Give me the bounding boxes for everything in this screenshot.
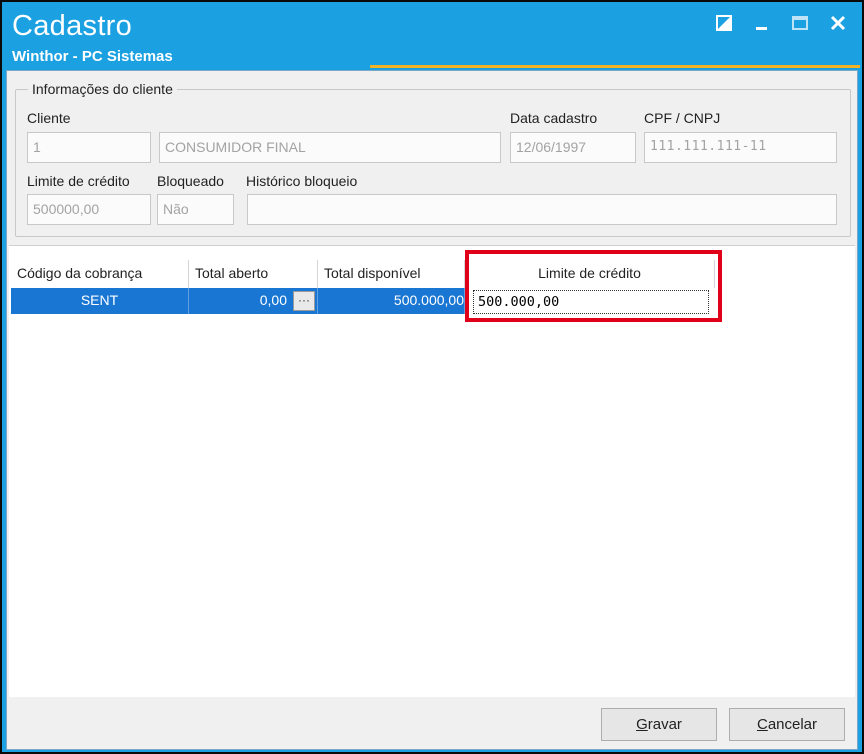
- data-cadastro-field[interactable]: 12/06/1997: [510, 132, 636, 163]
- limite-credito-edit-input[interactable]: 500.000,00: [473, 290, 709, 314]
- window-title: Cadastro: [12, 10, 133, 42]
- client-info-group: Informações do cliente Cliente 1 CONSUMI…: [15, 81, 851, 237]
- gravar-accelerator: G: [636, 716, 648, 733]
- cell-codigo[interactable]: SENT: [11, 288, 189, 314]
- cliente-code-field[interactable]: 1: [27, 132, 151, 163]
- cpf-cnpj-field[interactable]: 111.111.111-11: [644, 132, 837, 163]
- cancelar-accelerator: C: [756, 716, 768, 733]
- window-subtitle: Winthor - PC Sistemas: [12, 48, 173, 65]
- maximize-icon[interactable]: [786, 10, 814, 36]
- table-row[interactable]: SENT 0,00 ··· 500.000,00 500.000,00: [9, 288, 855, 314]
- cadastro-window: Cadastro Winthor - PC Sistemas Informaçõ…: [0, 0, 864, 754]
- title-bar[interactable]: Cadastro Winthor - PC Sistemas: [2, 2, 862, 70]
- gravar-label-rest: ravar: [647, 716, 682, 733]
- grid-header: Código da cobrança Total aberto Total di…: [9, 260, 855, 288]
- bloqueado-label: Bloqueado: [157, 173, 224, 189]
- cliente-name-field[interactable]: CONSUMIDOR FINAL: [159, 132, 501, 163]
- title-accent-line: [370, 65, 860, 68]
- column-header-total-aberto[interactable]: Total aberto: [189, 260, 318, 288]
- historico-bloqueio-field[interactable]: [247, 194, 837, 225]
- bloqueado-field[interactable]: Não: [157, 194, 234, 225]
- column-header-codigo[interactable]: Código da cobrança: [11, 260, 189, 288]
- client-area: Informações do cliente Cliente 1 CONSUMI…: [6, 70, 858, 750]
- limite-credito-label: Limite de crédito: [27, 173, 130, 189]
- gravar-button[interactable]: Gravar: [601, 708, 717, 741]
- cell-total-disponivel[interactable]: 500.000,00: [318, 288, 465, 314]
- minimize-icon[interactable]: [748, 10, 776, 36]
- column-header-limite-credito[interactable]: Limite de crédito: [465, 260, 715, 288]
- cobranca-grid[interactable]: Código da cobrança Total aberto Total di…: [9, 245, 855, 697]
- footer-bar: Gravar Cancelar: [7, 699, 857, 749]
- column-header-total-disponivel[interactable]: Total disponível: [318, 260, 465, 288]
- cancelar-button[interactable]: Cancelar: [729, 708, 845, 741]
- client-info-legend: Informações do cliente: [28, 81, 177, 97]
- cpf-cnpj-label: CPF / CNPJ: [644, 110, 721, 126]
- data-cadastro-label: Data cadastro: [510, 110, 598, 126]
- cancelar-label-rest: ancelar: [767, 716, 818, 733]
- limite-credito-field[interactable]: 500000,00: [27, 194, 151, 225]
- cliente-label: Cliente: [27, 110, 71, 126]
- ellipsis-button[interactable]: ···: [293, 291, 315, 311]
- restore-icon[interactable]: [710, 10, 738, 36]
- window-controls: [710, 10, 852, 36]
- close-icon[interactable]: [824, 10, 852, 36]
- historico-bloqueio-label: Histórico bloqueio: [246, 173, 358, 189]
